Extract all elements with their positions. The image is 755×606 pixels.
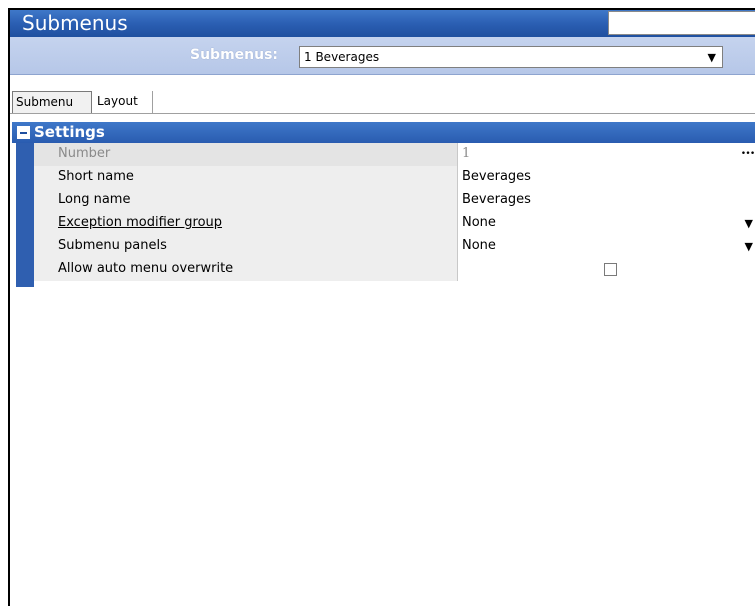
property-label: Short name [34,166,458,189]
property-label: Submenu panels [34,235,458,258]
property-row-number: Number 1 … [34,142,755,166]
settings-property-grid: Settings Number 1 … Short name Beverages… [12,118,755,298]
chevron-down-icon[interactable]: ▼ [745,235,753,258]
property-row-short-name: Short name Beverages [34,166,755,189]
short-name-field[interactable]: Beverages [458,166,755,189]
title-bar-search-box[interactable] [608,11,755,35]
window-title: Submenus [22,11,128,35]
section-gutter [16,143,34,287]
tab-strip: Submenu Layout [10,91,755,114]
property-label: Long name [34,189,458,212]
ellipsis-icon[interactable]: … [741,139,755,161]
settings-section-header[interactable]: Settings [12,122,755,143]
property-row-long-name: Long name Beverages [34,189,755,212]
record-selector-bar: Submenus: 1 Beverages ▼ [10,37,755,75]
property-row-exception-modifier-group: Exception modifier group None ▼ [34,212,755,235]
tab-submenu[interactable]: Submenu [12,91,92,113]
record-selector-label: Submenus: [190,47,279,63]
record-selector-dropdown[interactable]: 1 Beverages ▼ [299,46,723,68]
property-label: Number [34,143,458,166]
submenus-window: Submenus Submenus: 1 Beverages ▼ Submenu… [8,8,755,606]
exception-modifier-group-link[interactable]: Exception modifier group [34,212,458,235]
tab-layout[interactable]: Layout [94,91,153,113]
property-label: Allow auto menu overwrite [34,258,458,281]
settings-section-title: Settings [34,123,105,141]
collapse-minus-icon[interactable] [17,126,30,139]
number-field: 1 … [458,142,755,166]
allow-auto-menu-overwrite-checkbox[interactable] [604,263,617,276]
property-value: 1 [462,146,471,161]
property-value: None [462,238,496,253]
property-row-allow-auto-menu-overwrite: Allow auto menu overwrite [34,258,755,281]
exception-modifier-group-dropdown[interactable]: None ▼ [458,212,755,235]
title-bar: Submenus [10,10,755,37]
allow-auto-menu-overwrite-cell [458,258,755,281]
record-selector-value: 1 Beverages [304,50,380,64]
chevron-down-icon[interactable]: ▼ [745,212,753,235]
property-value: None [462,215,496,230]
chevron-down-icon[interactable]: ▼ [708,51,716,64]
property-row-submenu-panels: Submenu panels None ▼ [34,235,755,258]
submenu-panels-dropdown[interactable]: None ▼ [458,235,755,258]
long-name-field[interactable]: Beverages [458,189,755,212]
